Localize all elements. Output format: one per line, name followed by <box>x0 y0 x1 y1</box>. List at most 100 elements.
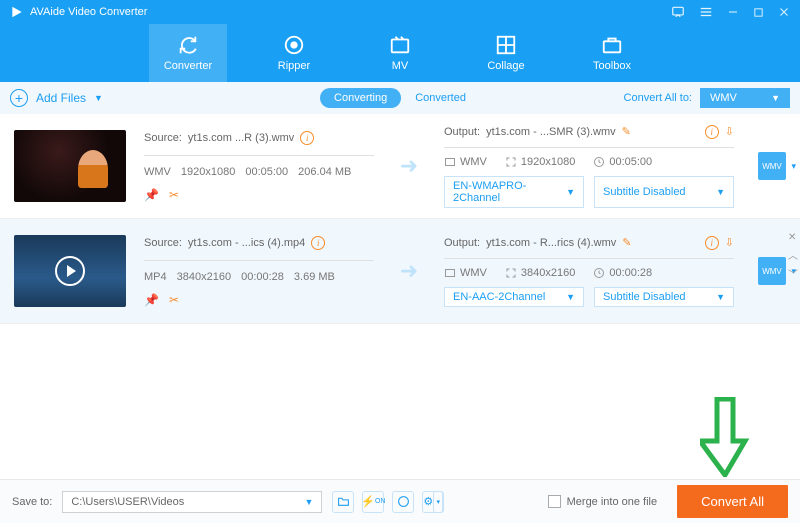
tab-converting[interactable]: Converting <box>320 88 401 108</box>
expand-icon <box>505 267 517 279</box>
video-icon <box>444 156 456 168</box>
output-column: Output: yt1s.com - ...SMR (3).wmv ✎ i ⇩ … <box>444 125 734 208</box>
open-folder-icon[interactable] <box>332 491 354 513</box>
info-icon[interactable]: i <box>705 236 719 250</box>
close-icon[interactable] <box>778 6 790 18</box>
compress-icon[interactable]: ⇩ <box>725 125 734 138</box>
source-column: Source: yt1s.com ...R (3).wmv i WMV 1920… <box>144 131 374 202</box>
arrow-right-icon: ➜ <box>400 258 418 284</box>
arrow-column: ➜ <box>392 153 426 179</box>
source-duration: 00:05:00 <box>245 166 288 178</box>
info-icon[interactable]: i <box>300 131 314 145</box>
save-path-input[interactable]: C:\Users\USER\Videos ▼ <box>62 491 322 513</box>
source-name: yt1s.com ...R (3).wmv <box>188 132 294 144</box>
high-speed-icon[interactable] <box>392 491 414 513</box>
audio-select[interactable]: EN-WMAPRO-2Channel▼ <box>444 176 584 208</box>
convert-all-to: Convert All to: WMV ▼ <box>624 88 790 108</box>
chevron-down-icon: ▼ <box>566 292 575 302</box>
divider <box>144 155 374 156</box>
hardware-accel-icon[interactable]: ⚡ON <box>362 491 384 513</box>
menu-icon[interactable] <box>699 5 713 19</box>
file-list: Source: yt1s.com ...R (3).wmv i WMV 1920… <box>0 114 800 324</box>
list-item[interactable]: Source: yt1s.com ...R (3).wmv i WMV 1920… <box>0 114 800 219</box>
divider <box>444 147 734 148</box>
output-label: Output: <box>444 126 480 138</box>
profile-button[interactable]: WMV <box>758 257 786 285</box>
out-format: WMV <box>460 156 487 168</box>
clock-icon <box>593 156 605 168</box>
arrow-column: ➜ <box>392 258 426 284</box>
save-path-value: C:\Users\USER\Videos <box>71 496 184 508</box>
tab-ripper[interactable]: Ripper <box>255 24 333 82</box>
thumbnail[interactable] <box>14 130 126 202</box>
merge-checkbox[interactable]: Merge into one file <box>548 495 658 508</box>
tab-ripper-label: Ripper <box>278 60 310 72</box>
feedback-icon[interactable] <box>671 5 685 19</box>
add-files-button[interactable]: + Add Files ▼ <box>10 89 103 107</box>
chevron-down-icon: ▼ <box>716 187 725 197</box>
play-icon[interactable] <box>55 256 85 286</box>
source-name: yt1s.com - ...ics (4).mp4 <box>188 237 305 249</box>
output-label: Output: <box>444 237 480 249</box>
tab-collage[interactable]: Collage <box>467 24 545 82</box>
audio-value: EN-AAC-2Channel <box>453 291 545 303</box>
list-item[interactable]: Source: yt1s.com - ...ics (4).mp4 i MP4 … <box>0 219 800 324</box>
chevron-down-icon: ▼ <box>304 497 313 507</box>
format-select[interactable]: WMV ▼ <box>700 88 790 108</box>
thumbnail[interactable] <box>14 235 126 307</box>
compress-icon[interactable]: ⇩ <box>725 236 734 249</box>
info-icon[interactable]: i <box>311 236 325 250</box>
cut-icon[interactable]: ✂ <box>169 293 179 307</box>
edit-icon[interactable]: ✎ <box>622 236 631 249</box>
settings-icon[interactable]: ⚙▾ <box>422 491 444 513</box>
convert-all-button[interactable]: Convert All <box>677 485 788 518</box>
audio-select[interactable]: EN-AAC-2Channel ▼ <box>444 287 584 307</box>
pin-icon[interactable]: 📌 <box>144 293 159 307</box>
source-column: Source: yt1s.com - ...ics (4).mp4 i MP4 … <box>144 236 374 307</box>
move-up-icon[interactable]: ︿ <box>788 247 798 262</box>
subtitle-value: Subtitle Disabled <box>603 291 686 303</box>
annotation-arrow-icon <box>700 397 750 477</box>
clock-icon <box>593 267 605 279</box>
output-name: yt1s.com - ...SMR (3).wmv <box>486 126 616 138</box>
move-down-icon[interactable]: ﹀ <box>788 266 798 281</box>
app-title: AVAide Video Converter <box>30 6 671 18</box>
tab-mv-label: MV <box>392 60 409 72</box>
tab-converted[interactable]: Converted <box>401 88 480 108</box>
out-resolution: 1920x1080 <box>521 156 575 168</box>
source-duration: 00:00:28 <box>241 271 284 283</box>
out-resolution: 3840x2160 <box>521 267 575 279</box>
minimize-icon[interactable] <box>727 6 739 18</box>
subbar: + Add Files ▼ Converting Converted Conve… <box>0 82 800 114</box>
info-icon[interactable]: i <box>705 125 719 139</box>
maximize-icon[interactable] <box>753 7 764 18</box>
remove-item-icon[interactable]: ✕ <box>788 232 798 243</box>
chevron-down-icon: ▼ <box>566 187 575 197</box>
tab-toolbox-label: Toolbox <box>593 60 631 72</box>
chevron-down-icon: ▼ <box>771 93 780 103</box>
source-label: Source: <box>144 132 182 144</box>
add-files-label: Add Files <box>36 91 86 105</box>
footer-tools: ⚡ON ⚙▾ <box>332 491 444 513</box>
source-resolution: 1920x1080 <box>181 166 235 178</box>
audio-value: EN-WMAPRO-2Channel <box>453 180 566 204</box>
source-resolution: 3840x2160 <box>177 271 231 283</box>
video-icon <box>444 267 456 279</box>
convert-all-to-label: Convert All to: <box>624 92 692 104</box>
divider <box>444 258 734 259</box>
arrow-right-icon: ➜ <box>400 153 418 179</box>
status-tabs: Converting Converted <box>320 88 480 108</box>
tab-converter[interactable]: Converter <box>149 24 227 82</box>
tab-converter-label: Converter <box>164 60 212 72</box>
edit-icon[interactable]: ✎ <box>622 125 631 138</box>
tab-mv[interactable]: MV <box>361 24 439 82</box>
tab-toolbox[interactable]: Toolbox <box>573 24 651 82</box>
cut-icon[interactable]: ✂ <box>169 188 179 202</box>
subtitle-select[interactable]: Subtitle Disabled▼ <box>594 287 734 307</box>
pin-icon[interactable]: 📌 <box>144 188 159 202</box>
checkbox-icon <box>548 495 561 508</box>
profile-button[interactable]: WMV <box>758 152 786 180</box>
app-logo-icon <box>10 5 24 19</box>
subtitle-select[interactable]: Subtitle Disabled▼ <box>594 176 734 208</box>
out-duration: 00:05:00 <box>609 156 652 168</box>
